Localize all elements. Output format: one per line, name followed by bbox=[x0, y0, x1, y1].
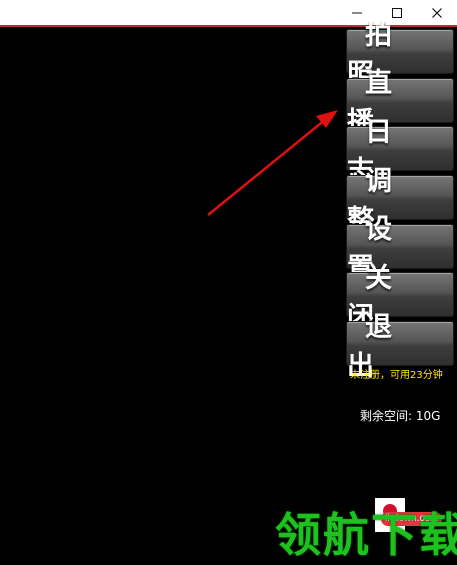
red-arrow-annotation bbox=[207, 110, 338, 216]
video-preview-area[interactable] bbox=[0, 29, 346, 565]
watermark-text: 领航下载 bbox=[275, 508, 457, 562]
registration-status: 未注册，可用23分钟 bbox=[350, 370, 443, 381]
control-panel: 拍照 直播 日志 调整 设置 关闭 退出 bbox=[346, 20, 454, 382]
exit-button[interactable]: 退出 bbox=[346, 312, 454, 382]
free-space-label: 剩余空间: 10G bbox=[360, 409, 441, 423]
